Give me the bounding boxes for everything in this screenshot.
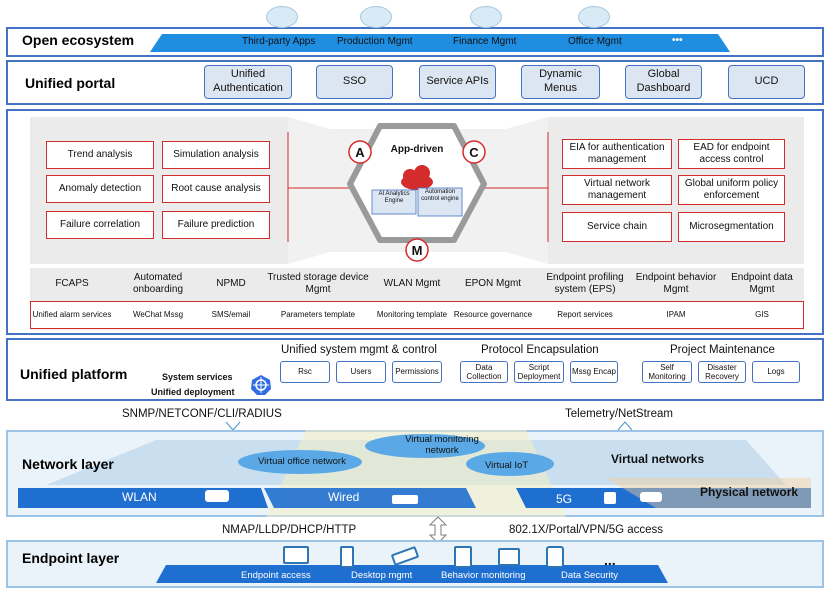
logs-box: Logs	[752, 361, 800, 383]
physical-network-label: Physical network	[700, 485, 799, 499]
svc-unified-alarm: Unified alarm services	[32, 310, 112, 319]
svc-sms-email: SMS/email	[211, 310, 251, 319]
svc-ipam: IPAM	[666, 310, 686, 319]
5g-ap-icon	[640, 492, 662, 502]
printer-icon	[498, 548, 520, 566]
svc-wechat: WeChat Mssg	[132, 310, 184, 319]
unified-deployment-label: Unified deployment	[151, 387, 235, 397]
protocol-telemetry: Telemetry/NetStream	[565, 408, 674, 420]
data-security-label: Data Security	[561, 570, 619, 581]
switch-icon	[392, 495, 418, 504]
protocol-southbound: SNMP/NETCONF/CLI/RADIUS	[122, 408, 282, 420]
cell-endpoint-data: Endpoint data Mgmt	[731, 271, 793, 296]
disaster-recovery-box: Disaster Recovery	[698, 361, 746, 383]
desktop-phone-icon	[340, 546, 354, 568]
project-maintenance-title: Project Maintenance	[670, 344, 775, 356]
portal-service-apis: Service APIs	[419, 65, 496, 99]
kubernetes-icon	[251, 375, 271, 395]
eco-item-office-mgmt: Office Mgmt	[568, 36, 622, 47]
portal-sso: SSO	[316, 65, 393, 99]
svc-resource-governance: Resource governance	[453, 310, 533, 319]
finance-mgmt-icon	[470, 6, 502, 28]
cell-npmd: NPMD	[216, 277, 246, 289]
terminal-icon	[454, 546, 472, 568]
protocol-encapsulation-title: Protocol Encapsulation	[481, 344, 599, 356]
cell-endpoint-profiling: Endpoint profiling system (EPS)	[546, 271, 624, 296]
cloud-virtual-iot: Virtual IoT	[485, 460, 529, 471]
endpoint-layer-title: Endpoint layer	[22, 550, 120, 566]
cell-epon-mgmt: EPON Mgmt	[464, 277, 522, 289]
letter-m: M	[411, 243, 423, 258]
letter-a: A	[355, 145, 365, 160]
band-wired: Wired	[328, 490, 360, 504]
app-driven-title: App-driven	[390, 144, 444, 155]
self-monitoring-box: Self Monitoring	[642, 361, 692, 383]
failure-prediction-box: Failure prediction	[162, 211, 270, 239]
cloud-virtual-office: Virtual office network	[258, 456, 346, 467]
service-chain-box: Service chain	[562, 212, 672, 242]
band-5g: 5G	[556, 492, 573, 506]
protocol-endpoint-discovery: NMAP/LLDP/DHCP/HTTP	[222, 524, 357, 536]
eco-item-production-mgmt: Production Mgmt	[337, 36, 413, 47]
portal-global-dashboard: Global Dashboard	[625, 65, 702, 99]
production-mgmt-icon	[360, 6, 392, 28]
microsegmentation-box: Microsegmentation	[678, 212, 785, 242]
network-layer-title: Network layer	[22, 456, 114, 472]
users-box: Users	[336, 361, 386, 383]
simulation-analysis-box: Simulation analysis	[162, 141, 270, 169]
behavior-monitoring-label: Behavior monitoring	[441, 570, 526, 581]
endpoint-more: ...	[604, 552, 616, 568]
cell-fcaps: FCAPS	[55, 277, 89, 289]
5g-device-icon	[604, 492, 616, 504]
anomaly-detection-box: Anomaly detection	[46, 175, 154, 203]
unified-platform-title: Unified platform	[20, 366, 128, 382]
office-mgmt-icon	[578, 6, 610, 28]
virtual-network-management-box: Virtual network management	[562, 175, 672, 205]
unified-portal-title: Unified portal	[25, 75, 116, 91]
letter-c: C	[469, 145, 479, 160]
eco-more: •••	[672, 35, 683, 46]
ai-analytics-engine: AI Analytics Engine	[378, 191, 410, 205]
portal-dynamic-menus: Dynamic Menus	[521, 65, 600, 99]
cloud-virtual-monitoring: Virtual monitoring network	[405, 434, 479, 457]
unified-system-mgmt-title: Unified system mgmt & control	[281, 344, 437, 356]
cell-wlan-mgmt: WLAN Mgmt	[383, 277, 441, 289]
permissions-box: Permissions	[392, 361, 442, 383]
band-wlan: WLAN	[122, 490, 157, 504]
failure-correlation-box: Failure correlation	[46, 211, 154, 239]
cell-automated-onboarding: Automated onboarding	[132, 271, 184, 296]
trend-analysis-box: Trend analysis	[46, 141, 154, 169]
cell-trusted-storage: Trusted storage device Mgmt	[267, 271, 369, 296]
data-collection-box: Data Collection	[460, 361, 508, 383]
global-uniform-policy-box: Global uniform policy enforcement	[678, 175, 785, 205]
portal-unified-authentication: Unified Authentication	[204, 65, 292, 99]
laptop-icon	[283, 546, 309, 564]
svc-parameters-template: Parameters template	[280, 310, 356, 319]
svc-report-services: Report services	[557, 310, 613, 319]
third-party-apps-icon	[266, 6, 298, 28]
robot-arm-icon	[546, 546, 564, 568]
automation-control-engine: Automation control engine	[421, 189, 459, 203]
eco-item-third-party-apps: Third-party Apps	[242, 36, 316, 47]
ead-box: EAD for endpoint access control	[678, 139, 785, 169]
svc-gis: GIS	[755, 310, 769, 319]
desktop-mgmt-label: Desktop mgmt	[351, 570, 413, 581]
root-cause-analysis-box: Root cause analysis	[162, 175, 270, 203]
eco-item-finance-mgmt: Finance Mgmt	[453, 36, 517, 47]
endpoint-access-label: Endpoint access	[241, 570, 311, 581]
portal-ucd: UCD	[728, 65, 805, 99]
script-deployment-box: Script Deployment	[514, 361, 564, 383]
system-services-label: System services	[162, 372, 233, 382]
wlan-ap-icon	[205, 490, 229, 502]
eia-box: EIA for authentication management	[562, 139, 672, 169]
open-ecosystem-title: Open ecosystem	[22, 32, 135, 48]
protocol-endpoint-access: 802.1X/Portal/VPN/5G access	[509, 524, 664, 536]
rsc-box: Rsc	[280, 361, 330, 383]
mssg-encap-box: Mssg Encap	[570, 361, 618, 383]
open-ecosystem-band	[150, 34, 730, 52]
virtual-networks-label: Virtual networks	[611, 452, 705, 466]
virtual-clouds	[238, 434, 554, 476]
cell-endpoint-behavior: Endpoint behavior Mgmt	[635, 271, 717, 296]
svc-monitoring-template: Monitoring template	[376, 310, 448, 319]
